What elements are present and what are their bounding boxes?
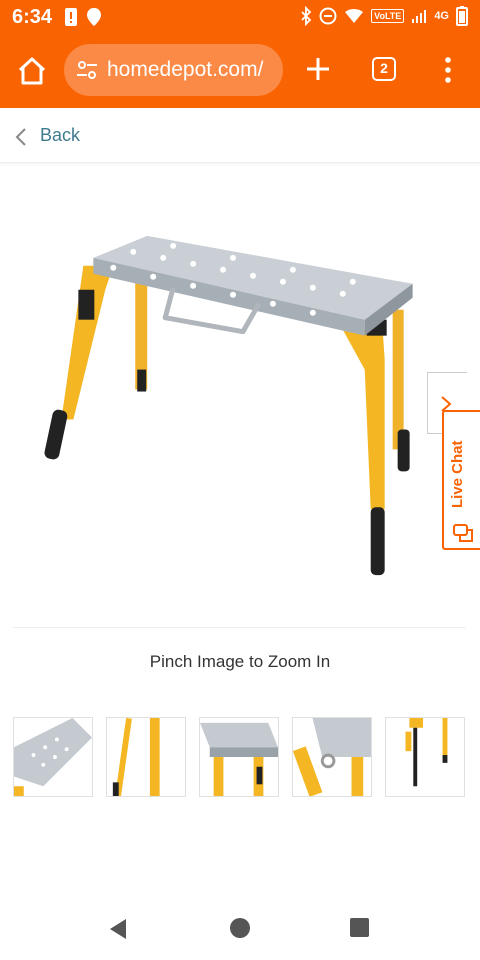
thumbnail-2[interactable] [106,717,186,797]
home-icon[interactable] [16,56,48,86]
url-text: homedepot.com/ [107,58,264,81]
back-navigation[interactable]: Back [0,108,480,163]
thumbnail-3[interactable] [199,717,279,797]
site-settings-icon[interactable] [76,60,98,80]
location-icon [87,8,101,26]
thumbnail-1[interactable] [13,717,93,797]
browser-chrome: 6:34 VoLTE 4G homedepot.com/ 2 [0,0,480,108]
dnd-icon [319,7,337,25]
nav-back-icon[interactable] [108,918,128,940]
status-bar: 6:34 VoLTE 4G [0,0,480,34]
volte-badge: VoLTE [371,9,405,23]
nav-recents-icon[interactable] [350,918,369,937]
chevron-left-icon [15,128,26,146]
signal-icon [412,10,427,23]
new-tab-icon[interactable] [305,56,331,82]
zoom-hint-text: Pinch Image to Zoom In [149,652,331,671]
tab-switcher-button[interactable]: 2 [372,57,396,81]
chat-icon [453,524,473,542]
battery-icon [456,6,468,26]
network-type: 4G [434,10,449,22]
wifi-icon [345,9,364,23]
back-link[interactable]: Back [40,125,80,146]
overflow-menu-icon[interactable] [438,56,458,84]
alert-icon [65,8,77,26]
live-chat-button[interactable]: Live Chat [442,410,480,550]
thumbnail-strip [13,717,480,797]
system-nav-bar [0,896,480,960]
thumbnail-4[interactable] [292,717,372,797]
live-chat-label: Live Chat [449,440,466,508]
url-bar[interactable]: homedepot.com/ [64,44,283,96]
bluetooth-icon [301,6,312,26]
thumbnail-5[interactable] [385,717,465,797]
address-bar-row: homedepot.com/ 2 [0,42,480,98]
product-main-image[interactable] [13,180,466,628]
nav-home-icon[interactable] [230,918,250,938]
workbench-illustration [44,235,413,576]
status-time: 6:34 [12,6,53,28]
